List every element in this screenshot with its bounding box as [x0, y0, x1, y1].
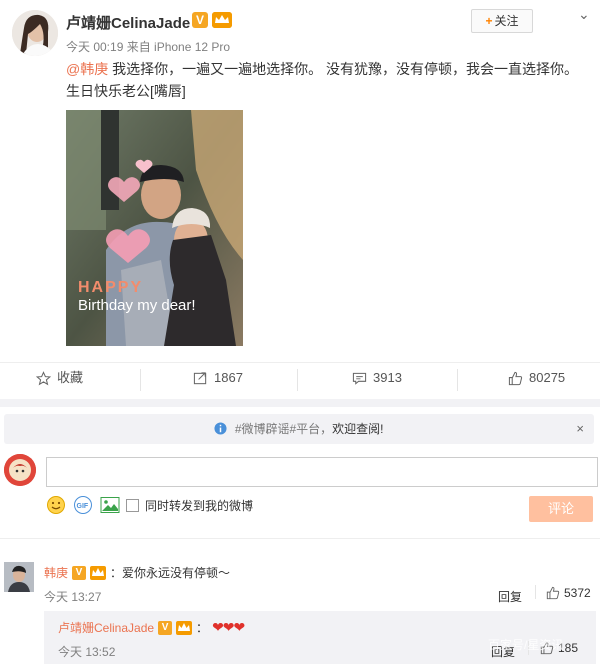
author-avatar[interactable] [12, 10, 58, 56]
vip-crown-badge-icon [212, 12, 232, 28]
follow-button[interactable]: + 关注 [471, 9, 533, 33]
reply-time: 今天 13:52 [58, 645, 116, 659]
vip-crown-badge-icon [176, 620, 193, 635]
star-icon [36, 370, 51, 385]
post-text: @韩庚 我选择你，一遍又一遍地选择你。 没有犹豫，没有停顿，我会一直选择你。 生… [66, 58, 586, 102]
reply-user-name[interactable]: 卢靖姗CelinaJade [58, 619, 154, 636]
comment-like-button[interactable]: 5372 [546, 586, 591, 600]
weibo-post: 卢靖姗CelinaJade V 今天 00:19 来自 iPhone 12 Pr… [0, 0, 600, 360]
comments-divider [0, 538, 600, 539]
current-user-avatar [4, 454, 36, 486]
reply-text: ： [196, 621, 209, 635]
favorite-button[interactable]: 收藏 [36, 363, 83, 393]
comment-count: 3913 [373, 370, 402, 385]
repost-button[interactable]: 1867 [193, 363, 243, 393]
comment-text: ：爱你永远没有停顿～ [110, 566, 231, 580]
reply-button[interactable]: 回复 [498, 588, 522, 605]
like-button[interactable]: 80275 [508, 363, 565, 393]
thumbs-up-icon [508, 371, 523, 385]
vip-crown-badge-icon [90, 565, 107, 580]
image-icon[interactable] [100, 496, 120, 514]
comment-like-count: 5372 [564, 586, 591, 600]
comment-line: 韩庚 V ：爱你永远没有停顿～ [44, 564, 230, 581]
info-icon [214, 422, 228, 435]
post-meta: 今天 00:19 来自 iPhone 12 Pro [66, 40, 231, 54]
composer-tools: GIF 同时转发到我的微博 [46, 494, 253, 516]
post-body: 我选择你，一遍又一遍地选择你。 没有犹豫，没有停顿，我会一直选择你。 生日快乐老… [66, 61, 578, 99]
action-divider [140, 369, 141, 391]
action-bar: 收藏 1867 3913 80275 [0, 362, 600, 393]
action-divider [297, 369, 298, 391]
like-count: 80275 [529, 370, 566, 385]
close-icon[interactable]: × [576, 414, 584, 444]
post-photo[interactable]: HAPPY Birthday my dear! [66, 110, 243, 346]
comment-user-name[interactable]: 韩庚 [44, 564, 68, 581]
also-repost-checkbox[interactable] [126, 498, 139, 512]
verified-badge-icon: V [192, 12, 208, 28]
hearts-emoji: ❤❤❤ [212, 619, 245, 635]
comment-avatar[interactable] [4, 562, 34, 592]
comment-time: 今天 13:27 [44, 590, 102, 604]
action-divider [457, 369, 458, 391]
author-name[interactable]: 卢靖姗CelinaJade [66, 12, 190, 33]
favorite-label: 收藏 [57, 370, 84, 385]
emoji-icon[interactable] [46, 495, 66, 515]
repost-count: 1867 [214, 370, 243, 385]
thumbs-up-icon [546, 586, 560, 600]
comment-icon [352, 372, 367, 385]
svg-text:GIF: GIF [77, 503, 89, 510]
submit-comment-button[interactable]: 评论 [529, 496, 593, 522]
plus-icon: + [485, 14, 493, 28]
comment-input[interactable] [46, 457, 598, 487]
verified-badge-icon: V [158, 620, 173, 635]
watermark: 百家号/星资讯 [488, 638, 564, 652]
reply-line: 卢靖姗CelinaJade V ： ❤❤❤ [58, 619, 245, 636]
section-divider [0, 399, 600, 407]
also-repost-label: 同时转发到我的微博 [145, 498, 254, 513]
notice-link[interactable]: 欢迎查阅! [332, 422, 383, 436]
verified-badge-icon: V [72, 565, 87, 580]
mention-link[interactable]: @韩庚 [66, 61, 108, 77]
chevron-down-icon[interactable]: ⌄ [578, 6, 590, 23]
comment-action-divider [535, 585, 536, 599]
notice-text: #微博辟谣#平台， [234, 422, 333, 436]
rumor-notice-banner[interactable]: #微博辟谣#平台，欢迎查阅! × [4, 414, 594, 444]
photo-sticker-text: HAPPY [78, 279, 143, 296]
gif-icon[interactable]: GIF [72, 495, 94, 515]
repost-icon [193, 371, 207, 384]
comment-button[interactable]: 3913 [352, 363, 402, 393]
photo-caption: Birthday my dear! [78, 297, 196, 314]
follow-label: 关注 [494, 14, 519, 28]
